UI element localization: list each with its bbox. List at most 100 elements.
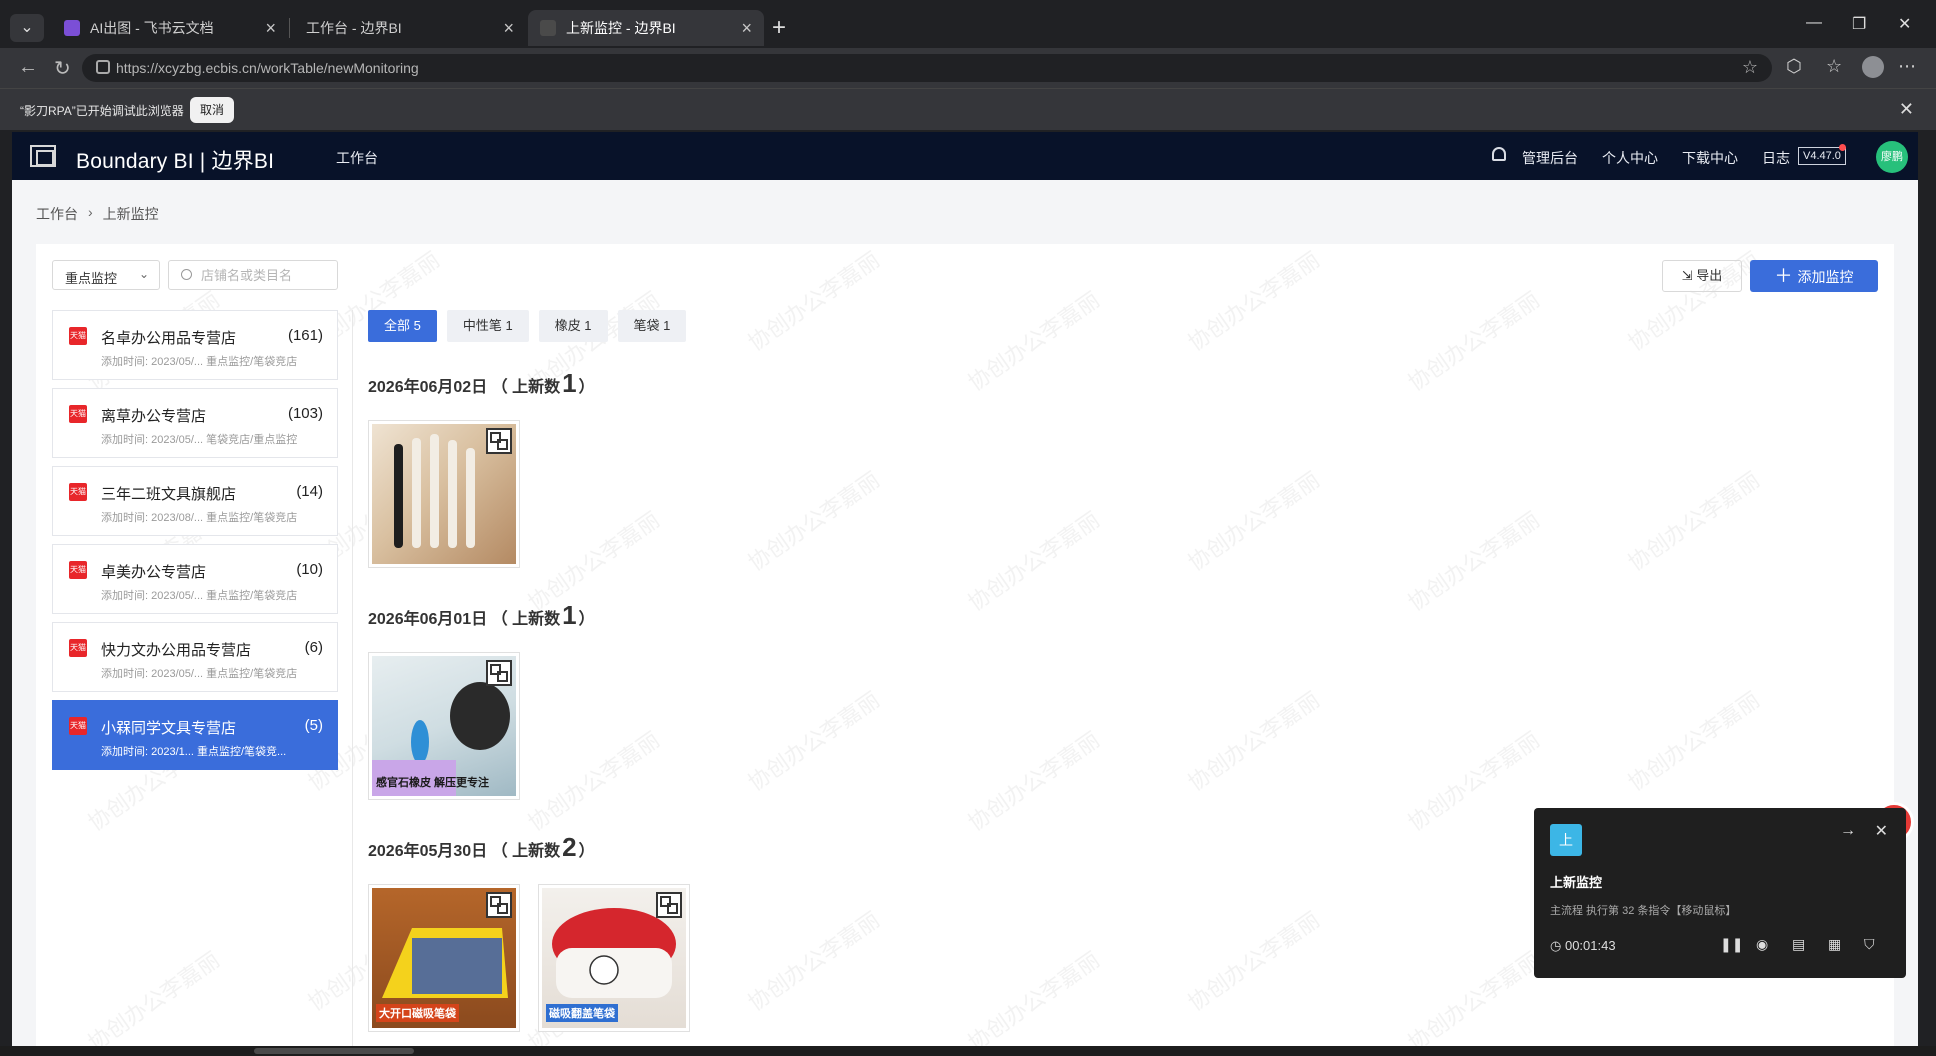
bell-icon[interactable] [1492,147,1506,161]
export-button[interactable]: ⇲ 导出 [1662,260,1742,292]
restore-icon[interactable]: ❐ [1852,14,1866,34]
nav-workbench[interactable]: 工作台 [336,148,378,168]
more-menu-icon[interactable]: ⋯ [1898,56,1916,77]
minimize-icon[interactable]: — [1806,14,1822,32]
category-tabs: 全部 5 中性笔 1 橡皮 1 笔袋 1 [368,310,687,342]
store-name: 离草办公专营店 [101,408,207,425]
product-image-pencil-case: 大开口磁吸笔袋 [372,888,516,1028]
record-icon[interactable]: ◉ [1756,936,1768,953]
search-field[interactable] [168,260,338,290]
group-count: 1 [562,600,577,630]
monitor-group-select[interactable]: 重点监控 ⌄ [52,260,160,290]
close-tab-icon[interactable]: × [265,18,276,39]
product-image-pens [372,424,516,564]
tab-title: 工作台 - 边界BI [306,20,402,36]
browser-tab-1[interactable]: AI出图 - 飞书云文档 × [52,10,288,46]
qr-code-icon[interactable] [486,660,512,686]
chevron-down-icon: ⌄ [138,267,149,281]
breadcrumb: 工作台 › 上新监控 [36,204,159,224]
store-item[interactable]: 天猫 离草办公专营店 (103) 添加时间: 2023/05/... 笔袋竞店/… [52,388,338,458]
tab-eraser[interactable]: 橡皮 1 [538,310,608,342]
store-item[interactable]: 天猫 卓美办公专营店 (10) 添加时间: 2023/05/... 重点监控/笔… [52,544,338,614]
browser-tab-2[interactable]: 工作台 - 边界BI × [294,10,526,46]
scrollbar-thumb[interactable] [254,1048,414,1054]
profile-avatar[interactable] [1862,56,1884,78]
add-monitor-button[interactable]: ＋ 添加监控 [1750,260,1878,292]
infobar-cancel-button[interactable]: 取消 [190,97,235,123]
favorites-icon[interactable]: ☆ [1826,56,1842,77]
rpa-status-text: 主流程 执行第 32 条指令【移动鼠标】 [1550,905,1737,917]
qr-code-icon[interactable] [486,892,512,918]
close-window-icon[interactable]: ✕ [1898,14,1911,34]
group-label: （ 上新数 [491,379,561,396]
qr-code-icon[interactable] [486,428,512,454]
watermark-text: 协创办公李嘉丽 [1403,726,1545,836]
store-meta: 添加时间: 2023/1... 重点监控/笔袋竞... [101,746,287,758]
watermark-text: 协创办公李嘉丽 [1403,286,1545,396]
shield-icon[interactable]: ⛉ [1864,936,1875,953]
search-input[interactable] [201,265,331,285]
tab-all[interactable]: 全部 5 [368,310,437,342]
store-item[interactable]: 天猫 快力文办公用品专营店 (6) 添加时间: 2023/05/... 重点监控… [52,622,338,692]
close-icon[interactable]: ✕ [1875,821,1888,841]
infobar-close-icon[interactable]: ✕ [1899,99,1914,120]
breadcrumb-workbench[interactable]: 工作台 [36,204,78,224]
product-thumbnail[interactable]: 磁吸翻盖笔袋 [538,884,690,1032]
omnibox[interactable]: https://xcyzbg.ecbis.cn/workTable/newMon… [82,54,1772,82]
store-count: (14) [296,483,323,500]
version-badge[interactable]: V4.47.0 [1798,147,1846,165]
bookmark-star-icon[interactable]: ☆ [1742,57,1758,78]
nav-personal-center[interactable]: 个人中心 [1602,148,1658,168]
store-list: 天猫 名卓办公用品专营店 (161) 添加时间: 2023/05/... 重点监… [52,310,338,778]
group-date: 2026年05月30日 [368,843,488,860]
product-thumbnail[interactable]: 大开口磁吸笔袋 [368,884,520,1032]
reload-icon[interactable]: ↻ [54,56,71,81]
watermark-text: 协创办公李嘉丽 [743,686,885,796]
back-icon[interactable]: ← [18,56,38,79]
store-item[interactable]: 天猫 三年二班文具旗舰店 (14) 添加时间: 2023/08/... 重点监控… [52,466,338,536]
watermark-text: 协创办公李嘉丽 [1403,506,1545,616]
close-tab-icon[interactable]: × [741,18,752,39]
table-icon[interactable]: ▦ [1828,936,1841,953]
watermark-text: 协创办公李嘉丽 [1183,466,1325,576]
product-thumbnail[interactable]: 感官石橡皮 解压更专注 [368,652,520,800]
brand-title[interactable]: Boundary BI | 边界BI [76,145,274,175]
store-item[interactable]: 天猫 名卓办公用品专营店 (161) 添加时间: 2023/05/... 重点监… [52,310,338,380]
pause-icon[interactable]: ❚❚ [1720,936,1743,953]
site-info-icon[interactable] [96,60,110,74]
arrow-right-icon[interactable]: → [1840,822,1856,840]
nav-download-center[interactable]: 下载中心 [1682,148,1738,168]
new-tab-icon[interactable]: + [772,14,786,42]
store-meta: 添加时间: 2023/08/... 重点监控/笔袋竞店 [101,512,298,524]
logo-icon [30,145,56,167]
url-text: https://xcyzbg.ecbis.cn/workTable/newMon… [116,60,419,76]
store-meta: 添加时间: 2023/05/... 重点监控/笔袋竞店 [101,668,298,680]
store-name: 三年二班文具旗舰店 [101,486,237,503]
tab-pencil-case[interactable]: 笔袋 1 [617,310,687,342]
watermark-text: 协创办公李嘉丽 [1183,686,1325,796]
watermark-text: 协创办公李嘉丽 [963,286,1105,396]
horizontal-scrollbar[interactable] [0,1046,1936,1056]
group-date: 2026年06月01日 [368,611,488,628]
product-thumbnail[interactable] [368,420,520,568]
group-suffix: ） [578,843,595,860]
product-image-eraser: 感官石橡皮 解压更专注 [372,656,516,796]
store-item-selected[interactable]: 天猫 小槑同学文具专营店 (5) 添加时间: 2023/1... 重点监控/笔袋… [52,700,338,770]
tab-search-icon[interactable]: ⌄ [10,14,44,42]
rpa-timer-value: 00:01:43 [1564,938,1616,953]
store-count: (5) [304,717,323,734]
tmall-icon: 天猫 [69,405,87,423]
browser-tab-3[interactable]: 上新监控 - 边界BI × [528,10,764,46]
tab-gel-pen[interactable]: 中性笔 1 [446,310,529,342]
tmall-icon: 天猫 [69,483,87,501]
extensions-icon[interactable]: ⬡ [1786,56,1802,77]
user-avatar[interactable]: 廖鹏 [1876,141,1908,173]
tmall-icon: 天猫 [69,717,87,735]
nav-admin[interactable]: 管理后台 [1522,148,1578,168]
log-icon[interactable]: ▤ [1792,936,1805,953]
group-label: （ 上新数 [491,611,561,628]
nav-log[interactable]: 日志 [1762,148,1790,168]
qr-code-icon[interactable] [656,892,682,918]
notification-dot [1839,144,1846,151]
close-tab-icon[interactable]: × [503,18,514,39]
